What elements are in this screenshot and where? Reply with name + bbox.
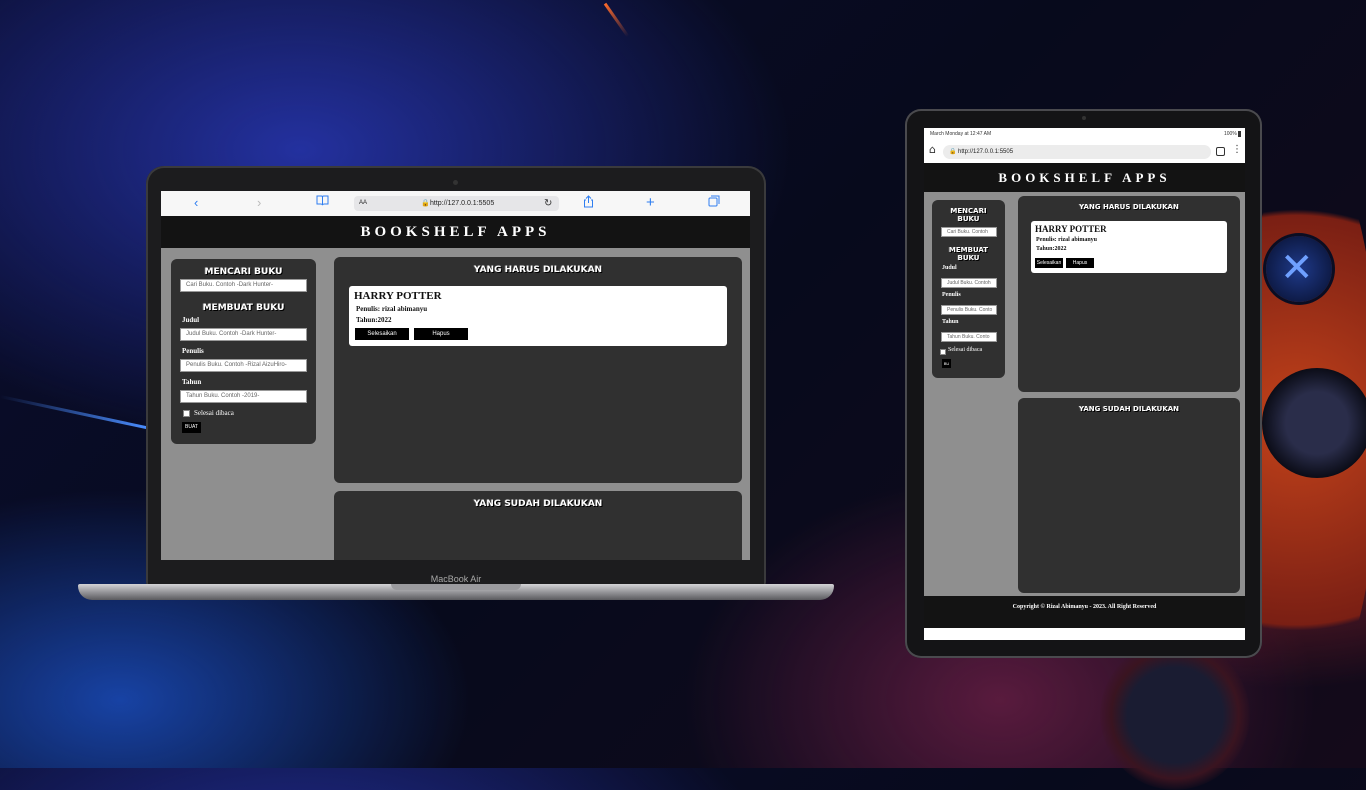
delete-button[interactable]: Hapus (1066, 258, 1094, 268)
status-time: March Monday at 12:47 AM (930, 131, 992, 137)
status-bar: March Monday at 12:47 AM 100% (924, 128, 1245, 141)
search-input[interactable]: Cari Buku. Contoh (941, 227, 997, 237)
finished-checkbox[interactable] (183, 410, 190, 417)
text-size-button[interactable]: AA (359, 196, 367, 211)
search-input[interactable]: Cari Buku. Contoh -Dark Hunter- (180, 279, 307, 292)
form-heading-line1: MEMBUAT (948, 246, 989, 254)
book-card: HARRY POTTER Penulis: rizal abimanyu Tah… (349, 286, 727, 346)
year-label: Tahun (942, 319, 959, 325)
browser-toolbar: ⌂ 🔒 http://127.0.0.1:5505 ⋮ (924, 141, 1245, 163)
tablet-screen: March Monday at 12:47 AM 100% ⌂ 🔒 http:/… (924, 128, 1245, 640)
finish-button[interactable]: Selesaikan (1035, 258, 1063, 268)
finished-checkbox[interactable] (940, 349, 946, 355)
laptop-screen: ‹ › AA 🔒 http://127.0.0.1:5505 ↻ + BOOKS… (161, 191, 750, 560)
book-author: Penulis: rizal abimanyu (1036, 237, 1098, 243)
author-label: Penulis (942, 292, 961, 298)
finished-shelf: YANG SUDAH DILAKUKAN (1018, 398, 1240, 593)
book-title: HARRY POTTER (1035, 224, 1107, 234)
back-icon[interactable]: ‹ (194, 195, 198, 211)
submit-button[interactable]: BU (942, 359, 951, 368)
bookmarks-icon[interactable] (316, 195, 329, 211)
app-footer: Copyright © Rizal Abimanyu - 2023. All R… (924, 596, 1245, 628)
unfinished-heading: YANG HARUS DILAKUKAN (473, 265, 603, 275)
delete-button[interactable]: Hapus (414, 328, 468, 340)
title-input[interactable]: Judul Buku. Contoh -Dark Hunter- (180, 328, 307, 341)
book-year: Tahun:2022 (1036, 246, 1067, 252)
battery-level: 100% (1224, 131, 1237, 137)
sidebar-panel: MENCARI BUKU Cari Buku. Contoh MEMBUAT B… (932, 200, 1005, 378)
background-x-icon: ✕ (1280, 245, 1314, 291)
form-heading-line2: BUKU (957, 254, 980, 262)
background-light-streak (0, 395, 148, 430)
battery-icon (1238, 131, 1241, 137)
unfinished-shelf: YANG HARUS DILAKUKAN HARRY POTTER Penuli… (1018, 196, 1240, 392)
submit-button[interactable]: BUAT (182, 422, 201, 433)
address-bar[interactable]: 🔒 http://127.0.0.1:5505 (943, 145, 1211, 159)
browser-toolbar: ‹ › AA 🔒 http://127.0.0.1:5505 ↻ + (161, 191, 750, 217)
home-icon[interactable]: ⌂ (929, 143, 936, 156)
year-input[interactable]: Tahun Buku. Conto (941, 332, 997, 342)
finished-shelf: YANG SUDAH DILAKUKAN (334, 491, 742, 560)
title-input[interactable]: Judul Buku. Contoh (941, 278, 997, 288)
search-heading-line2: BUKU (957, 215, 980, 223)
book-year: Tahun:2022 (356, 316, 392, 324)
search-heading: MENCARI BUKU (204, 267, 283, 277)
background-light-streak-top (603, 2, 630, 38)
browser-bottom-bar (924, 628, 1245, 640)
title-label: Judul (182, 316, 200, 324)
address-url: http://127.0.0.1:5505 (958, 149, 1014, 155)
title-label: Judul (942, 265, 957, 271)
app-header: BOOKSHELF APPS (924, 163, 1245, 192)
reload-icon[interactable]: ↻ (544, 196, 552, 211)
address-bar[interactable]: AA 🔒 http://127.0.0.1:5505 ↻ (354, 196, 559, 211)
finished-checkbox-label: Selesai dibaca (194, 409, 234, 417)
tablet-camera (1082, 116, 1086, 120)
laptop-camera (453, 180, 458, 185)
unfinished-heading: YANG HARUS DILAKUKAN (1079, 203, 1179, 211)
background-thumbstick (1262, 368, 1366, 478)
year-label: Tahun (182, 378, 202, 386)
tabs-icon[interactable] (708, 195, 720, 211)
finished-heading: YANG SUDAH DILAKUKAN (1078, 405, 1180, 413)
form-heading: MEMBUAT BUKU (202, 303, 285, 313)
unfinished-shelf: YANG HARUS DILAKUKAN HARRY POTTER Penuli… (334, 257, 742, 483)
book-author: Penulis: rizal abimanyu (356, 305, 428, 313)
finished-heading: YANG SUDAH DILAKUKAN (473, 499, 603, 509)
laptop-notch (391, 584, 521, 590)
tab-count-icon[interactable] (1216, 147, 1225, 156)
finish-button[interactable]: Selesaikan (355, 328, 409, 340)
book-card: HARRY POTTER Penulis: rizal abimanyu Tah… (1031, 221, 1227, 273)
search-heading-line1: MENCARI (950, 207, 987, 215)
author-label: Penulis (182, 347, 204, 355)
forward-icon[interactable]: › (257, 195, 261, 211)
lock-icon: 🔒 (421, 200, 430, 207)
address-url: http://127.0.0.1:5505 (430, 200, 495, 207)
app-header: BOOKSHELF APPS (161, 216, 750, 248)
share-icon[interactable] (583, 195, 594, 212)
new-tab-icon[interactable]: + (646, 195, 655, 211)
sidebar-panel: MENCARI BUKU Cari Buku. Contoh -Dark Hun… (171, 259, 316, 444)
menu-icon[interactable]: ⋮ (1232, 144, 1242, 155)
author-input[interactable]: Penulis Buku. Conto (941, 305, 997, 315)
year-input[interactable]: Tahun Buku. Contoh -2019- (180, 390, 307, 403)
book-title: HARRY POTTER (354, 290, 442, 302)
author-input[interactable]: Penulis Buku. Contoh -Rizal AizuHiro- (180, 359, 307, 372)
lock-icon: 🔒 (949, 149, 957, 155)
finished-checkbox-label: Selesai dibaca (948, 347, 983, 353)
